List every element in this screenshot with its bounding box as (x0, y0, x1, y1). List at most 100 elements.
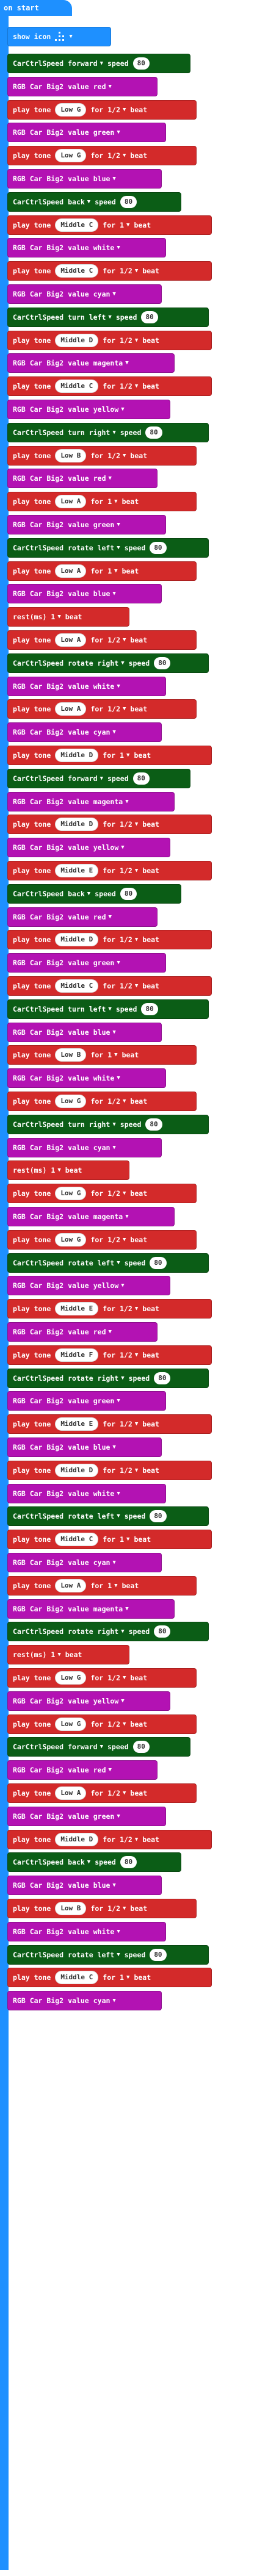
note-picker[interactable]: Middle C (55, 1971, 99, 1985)
play-tone-block[interactable]: play tone Low Afor 1/2 ▼ beat (7, 1783, 197, 1803)
play-tone-block[interactable]: play tone Low Afor 1 ▼ beat (7, 492, 197, 512)
rest-block[interactable]: rest(ms) 1 ▼ beat (7, 607, 129, 627)
play-tone-block[interactable]: play tone Middle Cfor 1/2 ▼ beat (7, 261, 212, 281)
rgb-car-big2-block[interactable]: RGB Car Big2 value magenta ▼ (7, 1599, 175, 1619)
speed-input[interactable]: 80 (141, 311, 158, 323)
direction-dropdown[interactable]: turn left ▼ (68, 1005, 112, 1013)
rgb-car-big2-block[interactable]: RGB Car Big2 value magenta ▼ (7, 791, 175, 811)
direction-dropdown[interactable]: forward ▼ (68, 59, 103, 68)
play-tone-block[interactable]: play tone Low Bfor 1 ▼ beat (7, 1045, 197, 1065)
beat-dropdown[interactable]: 1/2 ▼ (120, 336, 138, 345)
speed-input[interactable]: 80 (150, 1510, 167, 1523)
color-dropdown[interactable]: red ▼ (93, 474, 112, 483)
beat-dropdown[interactable]: 1/2 ▼ (120, 382, 138, 390)
rgb-car-big2-block[interactable]: RGB Car Big2 value blue ▼ (7, 1022, 162, 1042)
beat-dropdown[interactable]: 1 ▼ (120, 1973, 129, 1982)
note-picker[interactable]: Low G (55, 1232, 87, 1247)
note-picker[interactable]: Low A (55, 702, 87, 716)
play-tone-block[interactable]: play tone Low Afor 1 ▼ beat (7, 561, 197, 581)
direction-dropdown[interactable]: back ▼ (68, 198, 90, 206)
rgb-car-big2-block[interactable]: RGB Car Big2 value cyan ▼ (7, 284, 162, 304)
color-dropdown[interactable]: green ▼ (93, 1397, 120, 1405)
play-tone-block[interactable]: play tone Low Gfor 1/2 ▼ beat (7, 1229, 197, 1250)
rgb-car-big2-block[interactable]: RGB Car Big2 value green ▼ (7, 123, 166, 143)
beat-dropdown[interactable]: 1 ▼ (107, 1051, 117, 1059)
color-dropdown[interactable]: cyan ▼ (93, 1558, 116, 1567)
beat-dropdown[interactable]: 1/2 ▼ (120, 1466, 138, 1475)
rgb-car-big2-block[interactable]: RGB Car Big2 value white ▼ (7, 1068, 166, 1088)
color-dropdown[interactable]: green ▼ (93, 520, 120, 529)
note-picker[interactable]: Low A (55, 495, 87, 509)
color-dropdown[interactable]: blue ▼ (93, 1443, 116, 1452)
color-dropdown[interactable]: red ▼ (93, 82, 112, 91)
rgb-car-big2-block[interactable]: RGB Car Big2 value yellow ▼ (7, 1691, 170, 1711)
rgb-car-big2-block[interactable]: RGB Car Big2 value white ▼ (7, 1921, 166, 1941)
direction-dropdown[interactable]: back ▼ (68, 1858, 90, 1866)
note-picker[interactable]: Middle C (55, 218, 99, 232)
beat-dropdown[interactable]: 1/2 ▼ (107, 452, 126, 460)
beat-dropdown[interactable]: 1/2 ▼ (120, 267, 138, 275)
note-picker[interactable]: Low G (55, 1717, 87, 1731)
car-ctrl-speed-block[interactable]: CarCtrlSpeed forward ▼ speed 80 (7, 54, 190, 73)
rgb-car-big2-block[interactable]: RGB Car Big2 value blue ▼ (7, 584, 162, 604)
note-picker[interactable]: Low G (55, 149, 87, 163)
note-picker[interactable]: Middle E (55, 864, 99, 877)
color-dropdown[interactable]: yellow ▼ (93, 1697, 125, 1705)
beat-dropdown[interactable]: 1/2 ▼ (120, 1304, 138, 1313)
note-picker[interactable]: Low A (55, 1578, 87, 1592)
beat-dropdown[interactable]: 1 ▼ (107, 1581, 117, 1590)
note-picker[interactable]: Middle E (55, 1417, 99, 1431)
rgb-car-big2-block[interactable]: RGB Car Big2 value red ▼ (7, 1322, 158, 1342)
note-picker[interactable]: Low B (55, 448, 87, 462)
speed-input[interactable]: 80 (141, 1002, 158, 1015)
rgb-car-big2-block[interactable]: RGB Car Big2 value white ▼ (7, 238, 166, 258)
beat-dropdown[interactable]: 1/2 ▼ (120, 866, 138, 875)
rgb-car-big2-block[interactable]: RGB Car Big2 value red ▼ (7, 76, 158, 96)
color-dropdown[interactable]: blue ▼ (93, 589, 116, 598)
note-picker[interactable]: Middle D (55, 749, 99, 762)
rgb-car-big2-block[interactable]: RGB Car Big2 value white ▼ (7, 676, 166, 696)
play-tone-block[interactable]: play tone Low Gfor 1/2 ▼ beat (7, 146, 197, 166)
beat-dropdown[interactable]: 1/2 ▼ (107, 106, 126, 114)
rgb-car-big2-block[interactable]: RGB Car Big2 value green ▼ (7, 1391, 166, 1411)
play-tone-block[interactable]: play tone Middle Dfor 1/2 ▼ beat (7, 1829, 212, 1849)
car-ctrl-speed-block[interactable]: CarCtrlSpeed turn right ▼ speed 80 (7, 422, 209, 442)
color-dropdown[interactable]: magenta ▼ (93, 797, 129, 806)
direction-dropdown[interactable]: rotate left ▼ (68, 544, 120, 552)
color-dropdown[interactable]: cyan ▼ (93, 1996, 116, 2005)
color-dropdown[interactable]: green ▼ (93, 128, 120, 137)
beat-dropdown[interactable]: 1/2 ▼ (120, 820, 138, 829)
note-picker[interactable]: Middle C (55, 264, 99, 278)
car-ctrl-speed-block[interactable]: CarCtrlSpeed rotate left ▼ speed 80 (7, 1945, 209, 1965)
direction-dropdown[interactable]: forward ▼ (68, 1743, 103, 1751)
play-tone-block[interactable]: play tone Middle D for 1 ▼ beat (7, 746, 212, 765)
direction-dropdown[interactable]: rotate right ▼ (68, 659, 125, 667)
color-dropdown[interactable]: blue ▼ (93, 1028, 116, 1037)
play-tone-block[interactable]: play tone Middle Efor 1/2 ▼ beat (7, 1299, 212, 1319)
rest-beat-dropdown[interactable]: 1 ▼ (51, 613, 60, 621)
speed-input[interactable]: 80 (150, 541, 167, 554)
direction-dropdown[interactable]: back ▼ (68, 890, 90, 898)
rgb-car-big2-block[interactable]: RGB Car Big2 value green ▼ (7, 1806, 166, 1826)
beat-dropdown[interactable]: 1 ▼ (120, 1535, 129, 1544)
beat-dropdown[interactable]: 1/2 ▼ (107, 151, 126, 160)
color-dropdown[interactable]: blue ▼ (93, 1881, 116, 1890)
play-tone-block[interactable]: play tone Low Bfor 1/2 ▼ beat (7, 445, 197, 466)
rest-beat-dropdown[interactable]: 1 ▼ (51, 1650, 60, 1659)
beat-dropdown[interactable]: 1 ▼ (120, 751, 129, 760)
direction-dropdown[interactable]: rotate left ▼ (68, 1259, 120, 1267)
note-picker[interactable]: Low G (55, 1187, 87, 1201)
on-start-block[interactable]: on start (0, 0, 72, 16)
direction-dropdown[interactable]: turn right ▼ (68, 428, 116, 437)
color-dropdown[interactable]: white ▼ (93, 682, 120, 691)
rgb-car-big2-block[interactable]: RGB Car Big2 value blue ▼ (7, 169, 162, 189)
car-ctrl-speed-block[interactable]: CarCtrlSpeed rotate right ▼ speed 80 (7, 1368, 209, 1388)
play-tone-block[interactable]: play tone Middle Ffor 1/2 ▼ beat (7, 1345, 212, 1365)
play-tone-block[interactable]: play tone Middle Dfor 1/2 ▼ beat (7, 1460, 212, 1480)
play-tone-block[interactable]: play tone Low Afor 1/2 ▼ beat (7, 630, 197, 650)
play-tone-block[interactable]: play tone Low Afor 1/2 ▼ beat (7, 699, 197, 719)
car-ctrl-speed-block[interactable]: CarCtrlSpeed forward ▼ speed 80 (7, 1737, 190, 1757)
beat-dropdown[interactable]: 1/2 ▼ (120, 1835, 138, 1844)
play-tone-block[interactable]: play tone Low Gfor 1/2 ▼ beat (7, 99, 197, 120)
note-picker[interactable]: Low B (55, 1048, 87, 1062)
